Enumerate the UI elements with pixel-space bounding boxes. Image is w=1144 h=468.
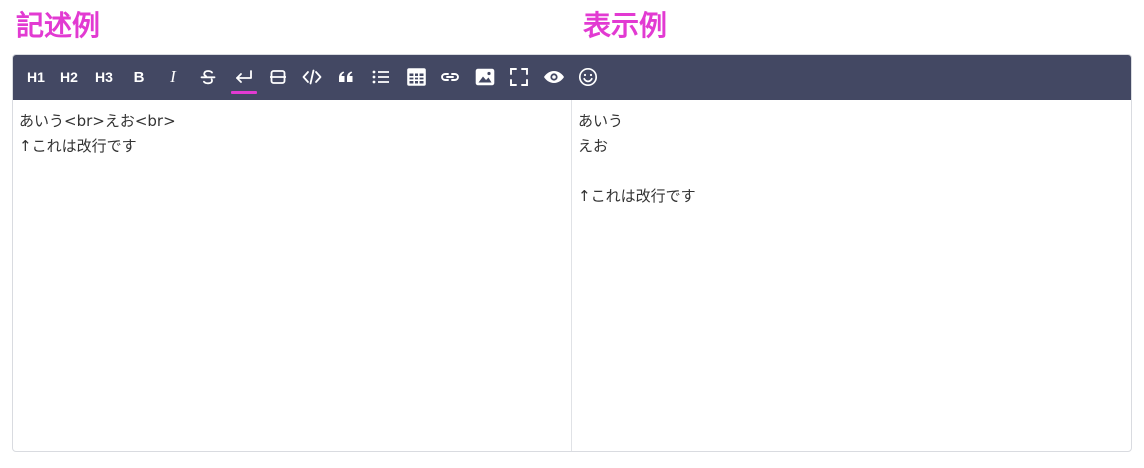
preview-line: ↑これは改行です bbox=[578, 187, 696, 205]
h2-button-label: H2 bbox=[60, 69, 78, 85]
code-button[interactable] bbox=[300, 64, 324, 90]
bold-button-label: B bbox=[133, 68, 145, 86]
strikethrough-button[interactable] bbox=[196, 64, 220, 90]
editor-line: ↑これは改行です bbox=[19, 137, 137, 155]
h1-button[interactable]: H1 bbox=[23, 64, 49, 90]
markdown-input-pane[interactable]: あいう<br>えお<br> ↑これは改行です bbox=[13, 100, 572, 451]
fullscreen-icon bbox=[510, 68, 528, 86]
fullscreen-button[interactable] bbox=[507, 64, 531, 90]
h1-button-label: H1 bbox=[27, 69, 45, 85]
editor-toolbar: H1 H2 H3 B I bbox=[13, 55, 1131, 100]
quote-button[interactable] bbox=[334, 64, 358, 90]
table-icon bbox=[406, 68, 426, 86]
markdown-editor: H1 H2 H3 B I あいう<br>えお<br> ↑これは改行です あいう … bbox=[12, 54, 1132, 452]
italic-button-label: I bbox=[170, 67, 176, 86]
horizontal-rule-button[interactable] bbox=[266, 64, 290, 90]
example-preview-caption: 表示例 bbox=[583, 9, 668, 42]
return-arrow-icon bbox=[236, 70, 252, 83]
preview-blank-line bbox=[578, 159, 1125, 184]
quote-icon bbox=[339, 71, 353, 82]
bold-button[interactable]: B bbox=[127, 64, 151, 90]
h3-button-label: H3 bbox=[95, 69, 113, 85]
markdown-preview-pane: あいう えお ↑これは改行です bbox=[572, 100, 1131, 451]
example-source-caption: 記述例 bbox=[16, 9, 101, 42]
preview-line: えお bbox=[578, 137, 609, 155]
image-button[interactable] bbox=[473, 64, 497, 90]
link-icon bbox=[441, 73, 459, 81]
h2-button[interactable]: H2 bbox=[56, 64, 82, 90]
smiley-icon bbox=[578, 67, 598, 87]
emoji-button[interactable] bbox=[576, 64, 600, 90]
image-icon bbox=[475, 68, 495, 86]
italic-button[interactable]: I bbox=[161, 64, 185, 90]
editor-line: あいう<br>えお<br> bbox=[19, 112, 176, 130]
list-icon bbox=[372, 70, 389, 84]
line-break-button[interactable] bbox=[230, 64, 258, 94]
strikethrough-icon bbox=[200, 70, 216, 85]
table-button[interactable] bbox=[404, 64, 428, 90]
eye-icon bbox=[544, 71, 564, 83]
code-icon bbox=[302, 69, 322, 85]
list-button[interactable] bbox=[369, 64, 393, 90]
horizontal-rule-icon bbox=[270, 70, 286, 84]
preview-line: あいう bbox=[578, 112, 624, 130]
h3-button[interactable]: H3 bbox=[91, 64, 117, 90]
preview-button[interactable] bbox=[542, 64, 566, 90]
link-button[interactable] bbox=[438, 64, 462, 90]
